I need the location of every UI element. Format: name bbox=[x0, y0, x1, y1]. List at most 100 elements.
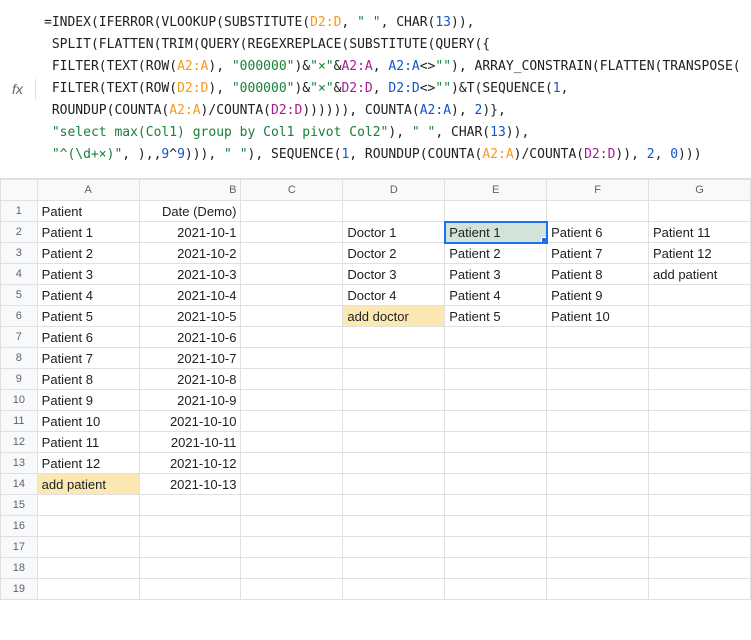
cell-A10[interactable]: Patient 9 bbox=[37, 390, 139, 411]
cell-A18[interactable] bbox=[37, 558, 139, 579]
cell-F11[interactable] bbox=[547, 411, 649, 432]
cell-E4[interactable]: Patient 3 bbox=[445, 264, 547, 285]
cell-F13[interactable] bbox=[547, 453, 649, 474]
cell-D6[interactable]: add doctor bbox=[343, 306, 445, 327]
cell-C6[interactable] bbox=[241, 306, 343, 327]
cell-B10[interactable]: 2021-10-9 bbox=[139, 390, 241, 411]
row-header[interactable]: 6 bbox=[1, 306, 38, 327]
row-header[interactable]: 2 bbox=[1, 222, 38, 243]
cell-G14[interactable] bbox=[649, 474, 751, 495]
cell-E12[interactable] bbox=[445, 432, 547, 453]
cell-D4[interactable]: Doctor 3 bbox=[343, 264, 445, 285]
cell-C4[interactable] bbox=[241, 264, 343, 285]
cell-B1[interactable]: Date (Demo) bbox=[139, 201, 241, 222]
cell-A1[interactable]: Patient bbox=[37, 201, 139, 222]
cell-A8[interactable]: Patient 7 bbox=[37, 348, 139, 369]
cell-D7[interactable] bbox=[343, 327, 445, 348]
cell-G16[interactable] bbox=[649, 516, 751, 537]
cell-B14[interactable]: 2021-10-13 bbox=[139, 474, 241, 495]
col-header-A[interactable]: A bbox=[37, 180, 139, 201]
cell-D19[interactable] bbox=[343, 579, 445, 600]
cell-B3[interactable]: 2021-10-2 bbox=[139, 243, 241, 264]
cell-G13[interactable] bbox=[649, 453, 751, 474]
cell-E3[interactable]: Patient 2 bbox=[445, 243, 547, 264]
cell-F14[interactable] bbox=[547, 474, 649, 495]
cell-C3[interactable] bbox=[241, 243, 343, 264]
row-header[interactable]: 11 bbox=[1, 411, 38, 432]
cell-E10[interactable] bbox=[445, 390, 547, 411]
cell-B8[interactable]: 2021-10-7 bbox=[139, 348, 241, 369]
cell-C10[interactable] bbox=[241, 390, 343, 411]
col-header-F[interactable]: F bbox=[547, 180, 649, 201]
cell-F1[interactable] bbox=[547, 201, 649, 222]
cell-C9[interactable] bbox=[241, 369, 343, 390]
cell-D5[interactable]: Doctor 4 bbox=[343, 285, 445, 306]
cell-F2[interactable]: Patient 6 bbox=[547, 222, 649, 243]
row-header[interactable]: 18 bbox=[1, 558, 38, 579]
cell-A14[interactable]: add patient bbox=[37, 474, 139, 495]
cell-B11[interactable]: 2021-10-10 bbox=[139, 411, 241, 432]
row-header[interactable]: 17 bbox=[1, 537, 38, 558]
cell-G9[interactable] bbox=[649, 369, 751, 390]
col-header-C[interactable]: C bbox=[241, 180, 343, 201]
cell-D3[interactable]: Doctor 2 bbox=[343, 243, 445, 264]
cell-C15[interactable] bbox=[241, 495, 343, 516]
cell-E5[interactable]: Patient 4 bbox=[445, 285, 547, 306]
row-header[interactable]: 4 bbox=[1, 264, 38, 285]
cell-B5[interactable]: 2021-10-4 bbox=[139, 285, 241, 306]
cell-A2[interactable]: Patient 1 bbox=[37, 222, 139, 243]
cell-G6[interactable] bbox=[649, 306, 751, 327]
cell-F15[interactable] bbox=[547, 495, 649, 516]
cell-E16[interactable] bbox=[445, 516, 547, 537]
cell-C17[interactable] bbox=[241, 537, 343, 558]
cell-B12[interactable]: 2021-10-11 bbox=[139, 432, 241, 453]
cell-F4[interactable]: Patient 8 bbox=[547, 264, 649, 285]
cell-C19[interactable] bbox=[241, 579, 343, 600]
cell-G15[interactable] bbox=[649, 495, 751, 516]
cell-F12[interactable] bbox=[547, 432, 649, 453]
cell-G3[interactable]: Patient 12 bbox=[649, 243, 751, 264]
cell-D16[interactable] bbox=[343, 516, 445, 537]
cell-C2[interactable] bbox=[241, 222, 343, 243]
cell-B19[interactable] bbox=[139, 579, 241, 600]
cell-G5[interactable] bbox=[649, 285, 751, 306]
cell-B18[interactable] bbox=[139, 558, 241, 579]
cell-C18[interactable] bbox=[241, 558, 343, 579]
cell-A12[interactable]: Patient 11 bbox=[37, 432, 139, 453]
cell-G11[interactable] bbox=[649, 411, 751, 432]
cell-F5[interactable]: Patient 9 bbox=[547, 285, 649, 306]
cell-G1[interactable] bbox=[649, 201, 751, 222]
cell-C14[interactable] bbox=[241, 474, 343, 495]
cell-E8[interactable] bbox=[445, 348, 547, 369]
cell-B4[interactable]: 2021-10-3 bbox=[139, 264, 241, 285]
cell-A19[interactable] bbox=[37, 579, 139, 600]
cell-D14[interactable] bbox=[343, 474, 445, 495]
cell-B16[interactable] bbox=[139, 516, 241, 537]
row-header[interactable]: 15 bbox=[1, 495, 38, 516]
cell-F18[interactable] bbox=[547, 558, 649, 579]
cell-B17[interactable] bbox=[139, 537, 241, 558]
cell-D9[interactable] bbox=[343, 369, 445, 390]
cell-D11[interactable] bbox=[343, 411, 445, 432]
cell-E19[interactable] bbox=[445, 579, 547, 600]
cell-F16[interactable] bbox=[547, 516, 649, 537]
cell-D1[interactable] bbox=[343, 201, 445, 222]
cell-D10[interactable] bbox=[343, 390, 445, 411]
cell-D18[interactable] bbox=[343, 558, 445, 579]
cell-A9[interactable]: Patient 8 bbox=[37, 369, 139, 390]
cell-F8[interactable] bbox=[547, 348, 649, 369]
cell-F19[interactable] bbox=[547, 579, 649, 600]
cell-E6[interactable]: Patient 5 bbox=[445, 306, 547, 327]
row-header[interactable]: 19 bbox=[1, 579, 38, 600]
col-header-D[interactable]: D bbox=[343, 180, 445, 201]
cell-D13[interactable] bbox=[343, 453, 445, 474]
cell-C13[interactable] bbox=[241, 453, 343, 474]
cell-E18[interactable] bbox=[445, 558, 547, 579]
row-header[interactable]: 10 bbox=[1, 390, 38, 411]
cell-G4[interactable]: add patient bbox=[649, 264, 751, 285]
cell-B15[interactable] bbox=[139, 495, 241, 516]
cell-G19[interactable] bbox=[649, 579, 751, 600]
cell-C12[interactable] bbox=[241, 432, 343, 453]
cell-F6[interactable]: Patient 10 bbox=[547, 306, 649, 327]
cell-G18[interactable] bbox=[649, 558, 751, 579]
